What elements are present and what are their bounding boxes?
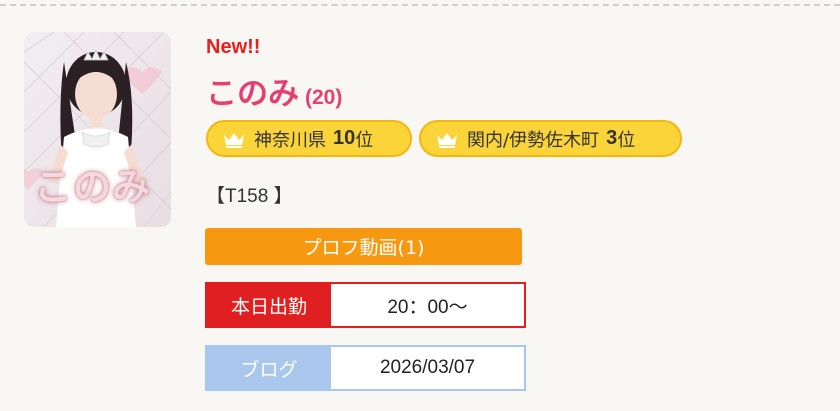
top-divider bbox=[0, 4, 840, 6]
blog-label: ブログ bbox=[207, 347, 331, 389]
ranking-suffix: 位 bbox=[617, 129, 636, 151]
ranking-area: 神奈川県 bbox=[254, 129, 326, 151]
ranking-number: 3 bbox=[606, 127, 618, 149]
photo-caption: このみ bbox=[34, 165, 152, 209]
today-attendance-time: 20：00〜 bbox=[387, 296, 468, 318]
profile-video-button[interactable]: プロフ動画(1) bbox=[205, 228, 522, 265]
ranking-badge-prefecture[interactable]: 神奈川県 10 位 bbox=[206, 120, 412, 157]
height-info: 【T158 】 bbox=[206, 186, 293, 207]
cast-name: このみ bbox=[206, 76, 299, 112]
ranking-suffix: 位 bbox=[355, 129, 374, 151]
blog-date: 2026/03/07 bbox=[379, 357, 476, 378]
ranking-badge-district[interactable]: 関内/伊勢佐木町 3 位 bbox=[419, 120, 682, 157]
ranking-number: 10 bbox=[333, 127, 356, 149]
crown-icon bbox=[437, 132, 457, 148]
today-attendance-label: 本日出勤 bbox=[207, 284, 331, 326]
new-label: New!! bbox=[206, 36, 261, 58]
cast-name-line[interactable]: このみ (20) bbox=[206, 68, 342, 113]
profile-photo[interactable]: このみ bbox=[24, 32, 171, 227]
crown-icon bbox=[224, 132, 244, 148]
cast-age: (20) bbox=[305, 86, 343, 109]
ranking-area: 関内/伊勢佐木町 bbox=[467, 129, 600, 151]
blog-row[interactable]: ブログ 2026/03/07 bbox=[205, 345, 526, 391]
today-attendance-row[interactable]: 本日出勤 20：00〜 bbox=[205, 282, 526, 328]
